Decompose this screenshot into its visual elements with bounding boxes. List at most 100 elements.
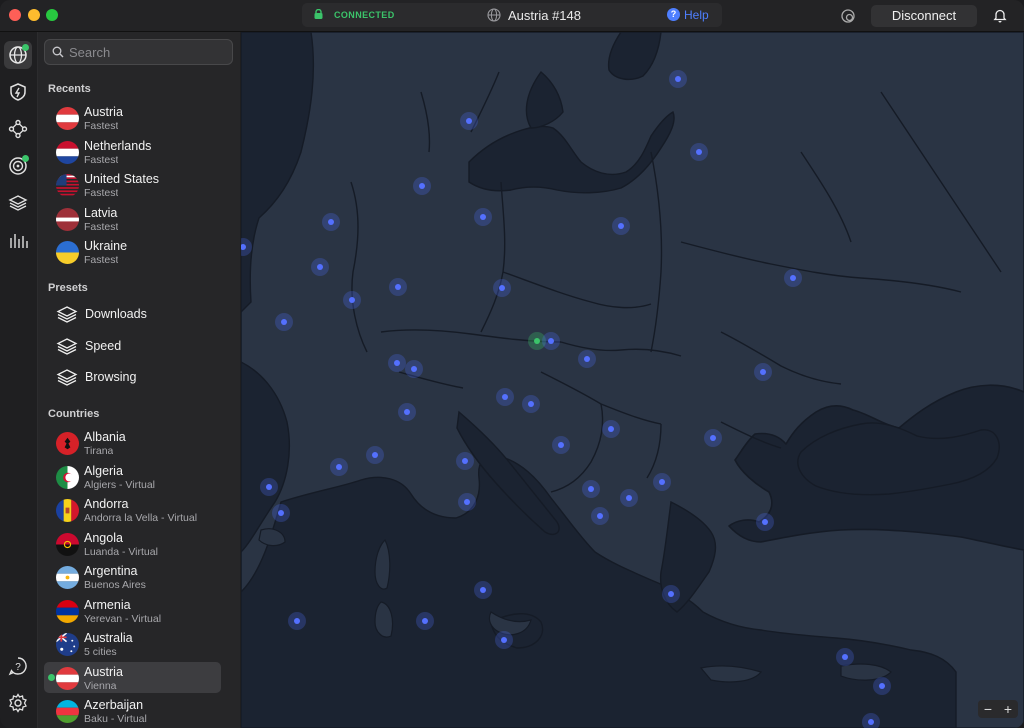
server-marker[interactable] [493,279,511,297]
meshnet-icon[interactable] [4,115,32,143]
minimize-window-button[interactable] [28,9,40,21]
flag-albania-icon [56,432,79,455]
server-marker[interactable] [272,504,290,522]
specialty-servers-icon[interactable] [4,189,32,217]
server-marker[interactable] [669,70,687,88]
settings-icon[interactable] [4,689,32,717]
server-marker[interactable] [474,208,492,226]
server-marker[interactable] [704,429,722,447]
country-item[interactable]: Albania Tirana [44,427,221,458]
server-marker[interactable] [496,388,514,406]
country-name: Australia [84,631,133,645]
server-marker[interactable] [784,269,802,287]
disconnect-button[interactable]: Disconnect [871,5,977,27]
preset-item[interactable]: Downloads [44,301,221,329]
statistics-icon[interactable] [4,226,32,254]
recent-item-name: United States [84,172,160,186]
server-marker[interactable] [690,143,708,161]
server-marker[interactable] [260,478,278,496]
server-marker[interactable] [552,436,570,454]
server-marker[interactable] [836,648,854,666]
server-marker[interactable] [620,489,638,507]
server-marker[interactable] [591,507,609,525]
server-marker[interactable] [458,493,476,511]
zoom-window-button[interactable] [46,9,58,21]
server-marker[interactable] [389,278,407,296]
server-marker[interactable] [330,458,348,476]
help-center-icon[interactable]: ? [4,652,32,680]
server-marker[interactable] [662,585,680,603]
server-marker[interactable] [582,480,600,498]
server-marker[interactable] [322,213,340,231]
recent-item[interactable]: United States Fastest [44,169,221,200]
globe-icon [487,8,501,22]
flag-austria-icon [56,107,79,130]
recent-item[interactable]: Austria Fastest [44,102,221,133]
europe-map[interactable] [241,32,1024,728]
server-marker[interactable] [542,332,560,350]
server-marker[interactable] [578,350,596,368]
help-icon[interactable]: ? [667,8,680,21]
shield-eye-icon[interactable] [840,8,856,24]
recent-item[interactable]: Netherlands Fastest [44,136,221,167]
recent-item-sub: Fastest [84,187,119,199]
server-marker[interactable] [405,360,423,378]
help-link[interactable]: Help [684,8,709,22]
country-sub: Tirana [84,445,114,457]
country-item[interactable]: Azerbaijan Baku - Virtual [44,695,221,726]
server-marker[interactable] [754,363,772,381]
country-item[interactable]: Armenia Yerevan - Virtual [44,595,221,626]
server-marker[interactable] [653,473,671,491]
server-marker[interactable] [275,313,293,331]
country-item[interactable]: Algeria Algiers - Virtual [44,461,221,492]
connected-indicator [22,44,29,51]
recent-item-name: Netherlands [84,138,152,153]
country-item[interactable]: Austria Vienna [44,661,221,693]
server-marker[interactable] [288,612,306,630]
recent-item[interactable]: Latvia Fastest [44,203,221,234]
server-marker[interactable] [388,354,406,372]
server-marker[interactable] [456,452,474,470]
server-marker[interactable] [612,217,630,235]
notifications-bell-icon[interactable] [993,8,1007,23]
connected-dot [48,673,55,681]
server-marker[interactable] [398,403,416,421]
server-marker[interactable] [366,446,384,464]
server-marker[interactable] [416,612,434,630]
title-bar: CONNECTED Austria #148 ? Help Disconnect [0,0,1024,32]
close-window-button[interactable] [9,9,21,21]
connected-server-label[interactable]: Austria #148 [508,8,581,23]
server-marker[interactable] [495,631,513,649]
country-item[interactable]: Argentina Buenos Aires [44,561,221,592]
preset-item[interactable]: Browsing [44,364,221,392]
server-marker[interactable] [343,291,361,309]
server-marker[interactable] [873,677,891,695]
server-marker[interactable] [413,177,431,195]
zoom-out-button[interactable]: − [978,700,998,718]
threat-protection-icon[interactable] [4,78,32,106]
navigation-rail: ? [0,32,38,728]
server-marker[interactable] [756,513,774,531]
server-map[interactable] [241,32,1024,728]
section-title-recents: Recents [48,83,91,95]
server-marker[interactable] [311,258,329,276]
server-marker[interactable] [522,395,540,413]
search-box[interactable] [44,39,233,65]
country-item[interactable]: Andorra Andorra la Vella - Virtual [44,494,221,525]
server-marker[interactable] [602,420,620,438]
preset-item[interactable]: Speed [44,333,221,361]
search-input[interactable] [69,43,229,61]
country-item[interactable]: Australia 5 cities [44,628,221,659]
server-marker[interactable] [460,112,478,130]
country-sub: Andorra la Vella - Virtual [84,512,198,524]
server-marker[interactable] [474,581,492,599]
preset-stack-icon [56,367,78,389]
dark-web-monitor-icon[interactable] [4,152,32,180]
globe-icon[interactable] [4,41,32,69]
country-item[interactable]: Angola Luanda - Virtual [44,528,221,559]
svg-text:?: ? [15,662,21,673]
flag-usa-icon [56,174,79,197]
recent-item[interactable]: Ukraine Fastest [44,236,221,267]
zoom-in-button[interactable]: + [998,700,1018,718]
lock-icon [314,9,323,19]
